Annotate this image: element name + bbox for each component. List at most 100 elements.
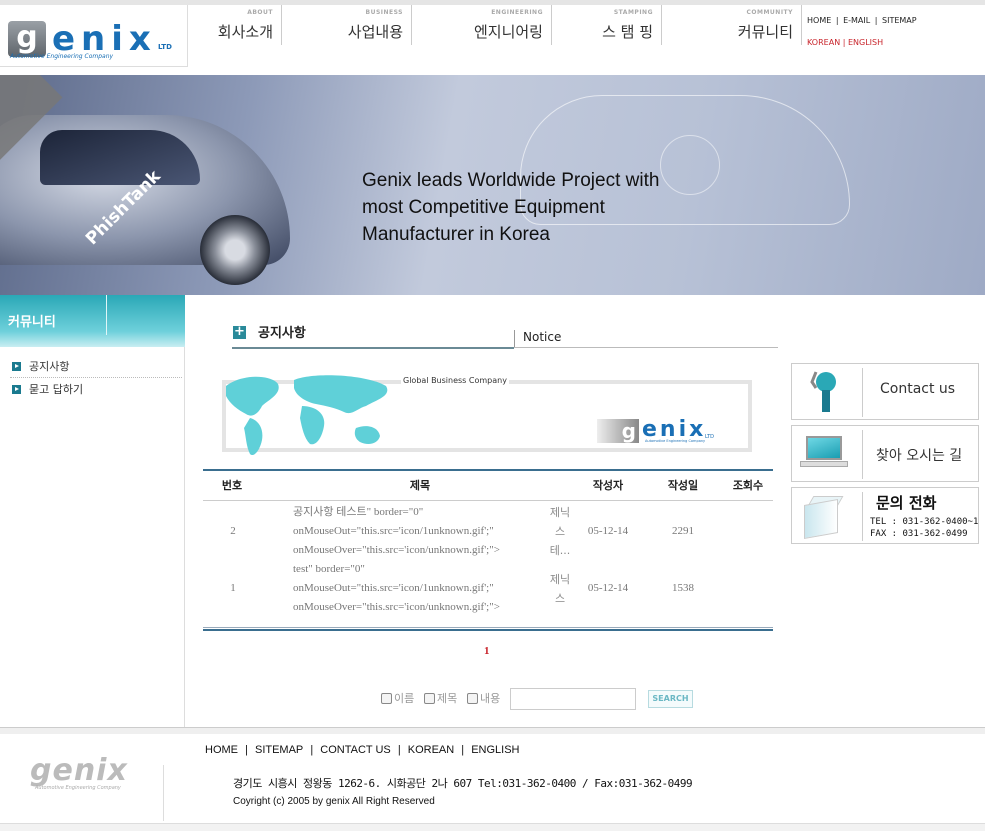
footer-sitemap-link[interactable]: SITEMAP <box>255 744 303 756</box>
phone-inquiry-panel: 문의 전화 TEL : 031-362-0400~1 FAX : 031-362… <box>791 487 979 544</box>
sidebar-item-label: 묻고 답하기 <box>29 383 84 396</box>
nav-about-en: ABOUT <box>247 9 273 16</box>
arrow-bullet-icon <box>12 362 21 371</box>
col-header-title: 제목 <box>409 479 431 492</box>
option-label: 내용 <box>480 692 501 705</box>
banner-logo-tagline: Automotive Engineering Company <box>645 439 706 443</box>
phone-fax: FAX : 031-362-0499 <box>870 529 968 539</box>
sidebar: 커뮤니티 공지사항 묻고 답하기 <box>0 295 185 727</box>
footer-contact-link[interactable]: CONTACT US <box>320 744 391 756</box>
search-button[interactable]: SEARCH <box>648 690 693 708</box>
nav-about[interactable]: ABOUT 회사소개 <box>188 5 282 45</box>
contact-us-button[interactable]: Contact us <box>791 363 979 420</box>
util-home-link[interactable]: HOME <box>807 16 831 25</box>
phone-inquiry-title: 문의 전화 <box>876 494 937 512</box>
row-title-link[interactable]: test" border="0" onMouseOut="this.src='i… <box>293 560 500 617</box>
nav-engineering[interactable]: ENGINEERING 엔지니어링 <box>412 5 552 45</box>
logo-tagline: Automotive Engineering Company <box>10 53 114 60</box>
row-no: 2 <box>230 525 236 537</box>
search-option-title[interactable]: 제목 <box>424 690 457 706</box>
car-wheel <box>200 215 270 285</box>
banner-line-3: Manufacturer in Korea <box>362 224 550 245</box>
car-sketch-wheel <box>660 135 720 195</box>
footer-korean-link[interactable]: KOREAN <box>408 744 454 756</box>
nav-business-en: BUSINESS <box>365 9 403 16</box>
col-header-views: 조회수 <box>732 479 764 492</box>
util-sitemap-link[interactable]: SITEMAP <box>882 16 917 25</box>
nav-community-label: 커뮤니티 <box>737 23 793 41</box>
footer-strip <box>0 728 985 734</box>
title-line: 공지사항 테스트" border="0" <box>293 506 424 518</box>
footer-home-link[interactable]: HOME <box>205 744 238 756</box>
title-divider <box>514 330 515 348</box>
option-label: 제목 <box>437 692 458 705</box>
footer-sep: | <box>461 744 465 756</box>
util-sep: | <box>835 16 839 25</box>
plus-icon: + <box>233 324 246 339</box>
row-no: 1 <box>230 582 236 594</box>
search-input[interactable] <box>510 688 636 710</box>
util-sep: | <box>874 16 878 25</box>
sidebar-item-qna[interactable]: 묻고 답하기 <box>12 381 83 397</box>
footer-logo-tagline: Automotive Engineering Company <box>35 785 121 791</box>
row-author: 제닉 스 테... <box>546 503 574 560</box>
page-title: 공지사항 <box>258 326 306 341</box>
title-line: onMouseOut="this.src='icon/1unknown.gif'… <box>293 525 494 537</box>
option-label: 이름 <box>394 692 415 705</box>
search-option-name[interactable]: 이름 <box>381 690 414 706</box>
footer-logo: genix <box>30 753 128 788</box>
checkbox-icon[interactable] <box>381 693 392 704</box>
banner-line-1: Genix leads Worldwide Project with <box>362 170 660 191</box>
lang-english-link[interactable]: ENGLISH <box>848 38 883 47</box>
table-header-divider <box>203 500 773 501</box>
footer-vertical-divider <box>163 765 164 821</box>
footer-links: HOME | SITEMAP | CONTACT US | KOREAN | E… <box>205 744 524 756</box>
laptop-base-icon <box>800 461 848 467</box>
footer-english-link[interactable]: ENGLISH <box>471 744 519 756</box>
lang-korean-link[interactable]: KOREAN <box>807 38 840 47</box>
nav-stamping-en: STAMPING <box>613 9 653 16</box>
nav-engineering-en: ENGINEERING <box>491 9 543 16</box>
util-email-link[interactable]: E-MAIL <box>843 16 870 25</box>
language-links: KOREAN | ENGLISH <box>807 38 883 47</box>
checkbox-icon[interactable] <box>467 693 478 704</box>
author-line: 스 <box>554 592 566 605</box>
panel-divider <box>862 492 863 541</box>
row-title-link[interactable]: 공지사항 테스트" border="0" onMouseOut="this.sr… <box>293 503 500 560</box>
checkbox-icon[interactable] <box>424 693 435 704</box>
logo-ltd: LTD <box>158 43 172 51</box>
logo[interactable]: g enix LTD Automotive Engineering Compan… <box>0 5 188 67</box>
title-line: onMouseOver="this.src='icon/unknown.gif'… <box>293 601 500 613</box>
sidebar-title-divider <box>106 295 107 335</box>
panel-divider <box>862 430 863 479</box>
panel-divider <box>862 368 863 417</box>
row-date: 05-12-14 <box>587 582 629 594</box>
col-header-author: 작성자 <box>592 479 624 492</box>
search-option-content[interactable]: 내용 <box>467 690 500 706</box>
footer-sep: | <box>245 744 248 756</box>
sidebar-divider <box>10 377 182 378</box>
phone-person-icon <box>810 371 836 412</box>
nav-community-en: COMMUNITY <box>746 9 793 16</box>
nav-business[interactable]: BUSINESS 사업내용 <box>282 5 412 45</box>
banner-line-2: most Competitive Equipment <box>362 197 605 218</box>
directions-button[interactable]: 찾아 오시는 길 <box>791 425 979 482</box>
sidebar-title-bar: 커뮤니티 <box>0 295 185 347</box>
arrow-bullet-icon <box>12 385 21 394</box>
row-date: 05-12-14 <box>587 525 629 537</box>
col-header-no: 번호 <box>221 479 243 492</box>
pagination-current-page[interactable]: 1 <box>484 645 490 657</box>
footer-sep: | <box>397 744 401 756</box>
col-header-date: 작성일 <box>667 479 699 492</box>
lang-sep: | <box>842 38 846 47</box>
car-window <box>40 130 200 185</box>
nav-community[interactable]: COMMUNITY 커뮤니티 <box>662 5 802 45</box>
nav-stamping-label: 스 탬 핑 <box>602 23 653 41</box>
author-line: 스 <box>554 525 566 538</box>
sidebar-item-notice[interactable]: 공지사항 <box>12 358 69 374</box>
header: g enix LTD Automotive Engineering Compan… <box>0 5 985 75</box>
phone-tel: TEL : 031-362-0400~1 <box>870 517 979 527</box>
nav-engineering-label: 엔지니어링 <box>473 23 543 41</box>
nav-stamping[interactable]: STAMPING 스 탬 핑 <box>552 5 662 45</box>
banner-logo-mark: g <box>597 419 639 443</box>
